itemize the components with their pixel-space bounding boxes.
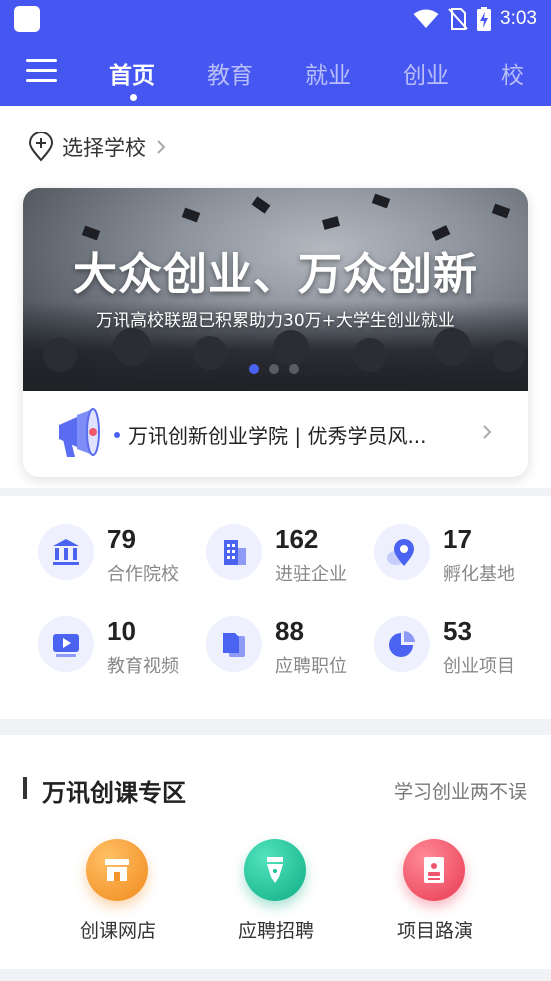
- course-item-label: 创课网店: [79, 920, 156, 942]
- presentation-icon: [403, 839, 465, 901]
- tab-employment[interactable]: 就业: [305, 56, 351, 90]
- carousel-dot[interactable]: [289, 364, 299, 374]
- no-sim-icon: [448, 8, 468, 30]
- tab-campus[interactable]: 校: [501, 56, 524, 90]
- stat-label: 应聘职位: [275, 656, 347, 677]
- stat-value: 17: [443, 524, 472, 554]
- home-header-section: 选择学校 大众创业、万众创新 万讯高校联盟已积累助力30万+大学生创业就业 万讯…: [0, 106, 551, 488]
- announcement-text: 万讯创新创业学院 | 优秀学员风...: [128, 424, 427, 448]
- stat-value: 162: [275, 524, 319, 554]
- section-title: 万讯创课专区: [42, 779, 186, 807]
- section-marker: [23, 777, 27, 799]
- course-online-shop[interactable]: 创课网店: [53, 839, 183, 949]
- stat-incubators[interactable]: 17 孵化基地: [374, 524, 544, 588]
- tab-entrepreneurship[interactable]: 创业: [403, 56, 449, 90]
- stat-label: 创业项目: [443, 656, 515, 677]
- course-project-roadshow[interactable]: 项目路演: [370, 839, 500, 949]
- carousel-dot[interactable]: [269, 364, 279, 374]
- stat-label: 合作院校: [107, 564, 179, 585]
- stat-value: 53: [443, 616, 472, 646]
- banner-title: 大众创业、万众创新: [73, 249, 478, 300]
- stat-enterprises[interactable]: 162 进驻企业: [206, 524, 376, 588]
- banner-carousel[interactable]: 大众创业、万众创新 万讯高校联盟已积累助力30万+大学生创业就业: [23, 188, 528, 391]
- wifi-icon: [413, 9, 439, 28]
- course-item-label: 应聘招聘: [237, 920, 314, 942]
- carousel-indicator: [249, 364, 299, 374]
- menu-icon[interactable]: [26, 56, 58, 86]
- app-notification-icon: [14, 6, 40, 32]
- shop-icon: [86, 839, 148, 901]
- tab-education[interactable]: 教育: [207, 56, 253, 90]
- school-selector[interactable]: 选择学校: [28, 132, 166, 162]
- document-icon: [206, 616, 262, 672]
- battery-charging-icon: [477, 7, 492, 31]
- banner-card: 大众创业、万众创新 万讯高校联盟已积累助力30万+大学生创业就业 万讯创新创业学…: [23, 188, 528, 477]
- course-zone-section: 万讯创课专区 学习创业两不误 创课网店 应聘招聘 项目路演: [0, 735, 551, 969]
- active-tab-indicator: [130, 94, 137, 101]
- stat-job-positions[interactable]: 88 应聘职位: [206, 616, 376, 680]
- bank-icon: [38, 524, 94, 580]
- stat-label: 孵化基地: [443, 564, 515, 585]
- stat-value: 10: [107, 616, 136, 646]
- building-icon: [206, 524, 262, 580]
- top-nav: 首页 教育 就业 创业 校: [0, 38, 551, 106]
- video-icon: [38, 616, 94, 672]
- stat-label: 教育视频: [107, 656, 179, 677]
- status-bar: 3:03: [0, 0, 551, 38]
- chevron-right-icon: [483, 425, 492, 439]
- banner-subtitle: 万讯高校联盟已积累助力30万+大学生创业就业: [96, 311, 455, 331]
- location-pin-icon: [374, 524, 430, 580]
- location-add-icon: [28, 132, 54, 162]
- clock: 3:03: [500, 8, 537, 29]
- carousel-dot[interactable]: [249, 364, 259, 374]
- status-icons: 3:03: [413, 0, 537, 38]
- stat-partner-schools[interactable]: 79 合作院校: [38, 524, 208, 588]
- stat-startup-projects[interactable]: 53 创业项目: [374, 616, 544, 680]
- tab-home[interactable]: 首页: [109, 56, 155, 90]
- megaphone-icon: [59, 408, 100, 457]
- announcement-bar[interactable]: 万讯创新创业学院 | 优秀学员风...: [23, 391, 528, 477]
- stat-education-videos[interactable]: 10 教育视频: [38, 616, 208, 680]
- stats-grid: 79 合作院校 162 进驻企业 17 孵化基地 10 教育视频 88 应聘职位…: [0, 496, 551, 719]
- pie-chart-icon: [374, 616, 430, 672]
- course-recruitment[interactable]: 应聘招聘: [211, 839, 341, 949]
- course-item-label: 项目路演: [396, 920, 473, 942]
- pen-icon: [244, 839, 306, 901]
- bullet-dot: [114, 432, 120, 438]
- stat-value: 79: [107, 524, 136, 554]
- section-subtitle: 学习创业两不误: [393, 781, 527, 803]
- chevron-right-icon: [157, 140, 166, 154]
- school-selector-label: 选择学校: [62, 136, 146, 160]
- stat-value: 88: [275, 616, 304, 646]
- stat-label: 进驻企业: [275, 564, 347, 585]
